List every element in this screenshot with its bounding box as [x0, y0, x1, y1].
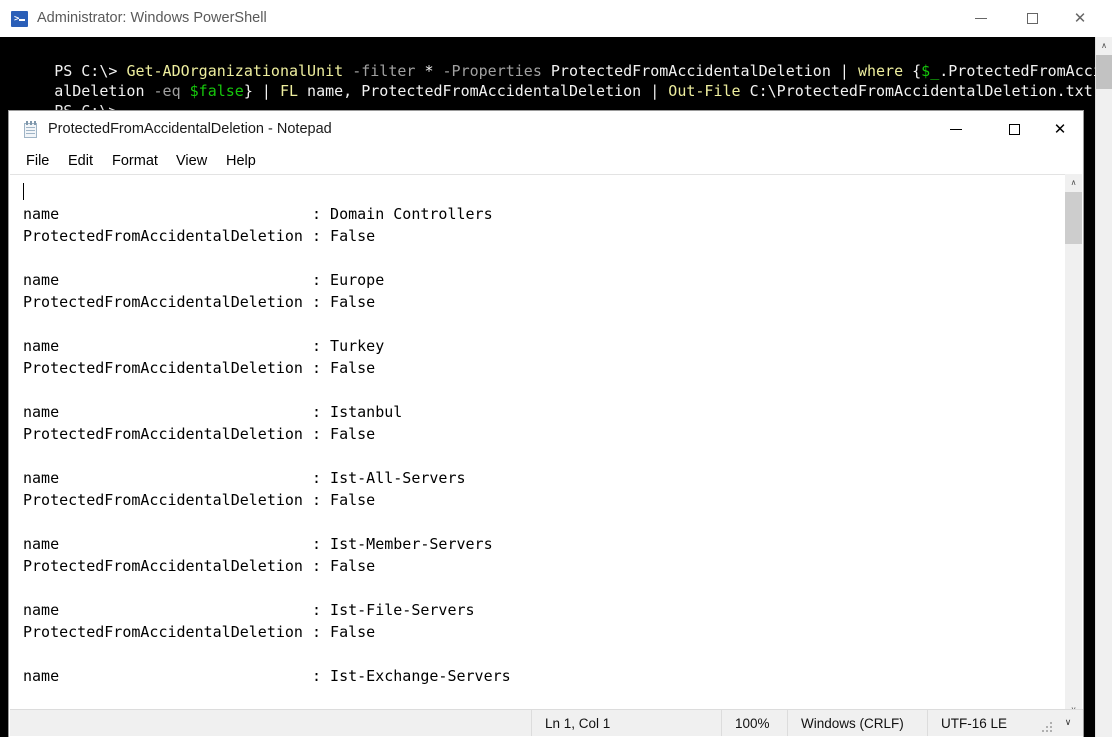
console-token: } | [243, 82, 280, 100]
menu-item-edit[interactable]: Edit [61, 150, 100, 172]
notepad-maximize-button[interactable] [991, 111, 1037, 147]
console-token: | [650, 82, 669, 100]
menu-item-file[interactable]: File [19, 150, 56, 172]
powershell-title: Administrator: Windows PowerShell [37, 10, 267, 26]
menu-item-format[interactable]: Format [105, 150, 165, 172]
notepad-menubar: File Edit Format View Help [9, 148, 1083, 174]
console-token: C:\ProtectedFromAccidentalDeletion.txt [740, 82, 1093, 100]
console-token: $false [189, 82, 244, 100]
powershell-close-button[interactable]: ✕ [1057, 0, 1103, 36]
close-icon: ✕ [1053, 119, 1067, 138]
powershell-maximize-button[interactable] [1009, 0, 1055, 36]
status-zoom-level: 100% [721, 710, 787, 736]
console-token: FL [279, 82, 299, 100]
powershell-minimize-button[interactable] [958, 0, 1004, 36]
minimize-icon [933, 111, 979, 147]
powershell-scrollbar[interactable]: ∧ [1095, 37, 1112, 737]
scroll-up-icon[interactable]: ∧ [1096, 37, 1112, 54]
notepad-window: ProtectedFromAccidentalDeletion - Notepa… [8, 110, 1084, 737]
powershell-icon: > [11, 11, 28, 27]
menu-item-view[interactable]: View [169, 150, 214, 172]
notepad-text-area[interactable]: name : Domain Controllers ProtectedFromA… [10, 174, 1066, 719]
maximize-icon [1009, 0, 1055, 36]
status-encoding: UTF-16 LE [927, 710, 1057, 736]
chevron-down-icon[interactable]: ∨ [1057, 710, 1079, 736]
notepad-close-button[interactable]: ✕ [1037, 111, 1083, 147]
console-command-tokens-2: alDeletion -eq $false} | FL name, Protec… [54, 82, 1093, 100]
notepad-scrollbar[interactable]: ∧ ∨ [1065, 174, 1082, 718]
menu-item-help[interactable]: Help [219, 150, 263, 172]
notepad-icon [23, 121, 39, 139]
maximize-icon [991, 111, 1037, 147]
scroll-up-icon[interactable]: ∧ [1065, 174, 1082, 191]
notepad-document-text: name : Domain Controllers ProtectedFromA… [23, 205, 511, 685]
notepad-title: ProtectedFromAccidentalDeletion - Notepa… [48, 121, 332, 137]
powershell-scrollbar-thumb[interactable] [1096, 55, 1112, 89]
notepad-titlebar[interactable]: ProtectedFromAccidentalDeletion - Notepa… [9, 111, 1083, 148]
console-token: name, ProtectedFromAccidentalDeletion [298, 82, 651, 100]
status-line-ending: Windows (CRLF) [787, 710, 927, 736]
notepad-statusbar: Ln 1, Col 1 100% Windows (CRLF) UTF-16 L… [10, 709, 1083, 736]
minimize-icon [958, 0, 1004, 36]
notepad-minimize-button[interactable] [933, 111, 979, 147]
console-token: Out-File [668, 82, 741, 100]
status-cursor-position: Ln 1, Col 1 [531, 710, 721, 736]
powershell-titlebar[interactable]: > Administrator: Windows PowerShell ✕ [0, 0, 1112, 38]
notepad-scrollbar-thumb[interactable] [1065, 192, 1082, 244]
console-token: -eq [144, 82, 190, 100]
close-icon: ✕ [1073, 8, 1087, 27]
resize-grip-icon[interactable] [1042, 722, 1052, 732]
